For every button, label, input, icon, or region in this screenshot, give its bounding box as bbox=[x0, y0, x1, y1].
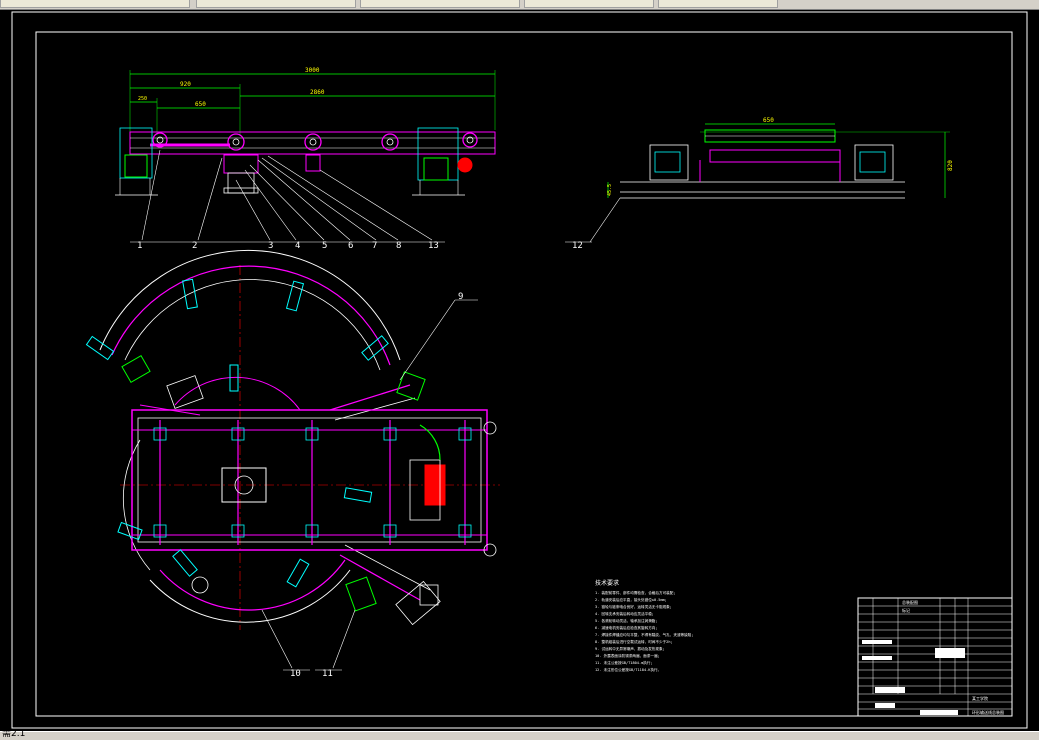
note-line: 4. 回转支承安装后转动应灵活平稳； bbox=[595, 611, 655, 616]
note-line: 11. 未注公差按GB/T1804-m执行； bbox=[595, 660, 654, 665]
dim-650-end: 650 bbox=[763, 117, 774, 124]
title-sheet: A0 bbox=[930, 710, 935, 715]
balloon-13: 13 bbox=[428, 241, 439, 251]
tab-1[interactable] bbox=[0, 0, 190, 8]
status-text: 需2.1 bbox=[2, 729, 26, 739]
dim-920: 920 bbox=[180, 81, 191, 88]
note-line: 9. 试运转中无异常噪声、振动及发热现象； bbox=[595, 646, 666, 651]
balloon-4: 4 bbox=[295, 241, 300, 251]
dim-2860: 2860 bbox=[310, 89, 325, 96]
tab-5[interactable] bbox=[658, 0, 778, 8]
plan-view: 9 10 11 bbox=[85, 249, 500, 679]
title-drawing-name: 环形输送线总装图 bbox=[972, 709, 1004, 715]
note-line: 8. 整机组装后进行空载试运转，时间不少于2h； bbox=[595, 639, 674, 644]
note-line: 10. 外露表面涂防锈漆两遍，面漆一遍； bbox=[595, 653, 661, 658]
cad-drawing: 3000 920 2860 650 250 1 2 3 4 5 6 7 8 13… bbox=[11, 11, 1028, 729]
balloon-10: 10 bbox=[290, 669, 301, 679]
dim-3000: 3000 bbox=[305, 67, 320, 74]
drawing-frame bbox=[35, 31, 1013, 717]
note-line: 3. 链轮与链条啮合良好，运转灵活无卡阻现象； bbox=[595, 604, 673, 609]
balloon-12: 12 bbox=[572, 241, 583, 251]
balloon-7: 7 bbox=[372, 241, 377, 251]
end-view: 650 820 45.5 12 bbox=[565, 117, 954, 251]
sheet-border bbox=[11, 11, 1028, 729]
drawing-canvas[interactable]: 3000 920 2860 650 250 1 2 3 4 5 6 7 8 13… bbox=[0, 10, 1039, 731]
dim-45-5: 45.5 bbox=[607, 184, 613, 196]
balloon-2: 2 bbox=[192, 241, 197, 251]
title-school: 某工学院 bbox=[972, 695, 988, 701]
note-line: 1. 装配前零件、部件均需检查，合格后方可装配； bbox=[595, 590, 677, 595]
note-line: 5. 各滚轮转动灵活，轴承加注润滑脂； bbox=[595, 618, 659, 623]
note-line: 2. 轨道安装后应平直，接头处错位≤0.5mm； bbox=[595, 597, 668, 602]
title-label-2: 标记 bbox=[902, 607, 910, 613]
dim-250: 250 bbox=[138, 96, 147, 102]
balloon-8: 8 bbox=[396, 241, 401, 251]
balloon-5: 5 bbox=[322, 241, 327, 251]
title-label-1: 总装配图 bbox=[902, 599, 918, 605]
note-line: 7. 焊接件焊缝应均匀平整，不得有裂纹、气孔、夹渣等缺陷； bbox=[595, 632, 695, 637]
balloon-6: 6 bbox=[348, 241, 353, 251]
balloon-9: 9 bbox=[458, 292, 463, 302]
notes-heading: 技术要求 bbox=[595, 579, 619, 587]
balloon-11: 11 bbox=[322, 669, 333, 679]
tab-2[interactable] bbox=[196, 0, 356, 8]
side-view: 3000 920 2860 650 250 1 2 3 4 5 6 7 8 13 bbox=[115, 67, 496, 251]
dim-650: 650 bbox=[195, 101, 206, 108]
note-line: 12. 未注形位公差按GB/T1184-K执行。 bbox=[595, 667, 661, 672]
title-block: 总装配图 标记 某工学院 环形输送线总装图 A0 bbox=[857, 597, 1013, 717]
document-tab-bar bbox=[0, 0, 1039, 10]
note-line: 6. 减速电机安装后应检查其旋转方向； bbox=[595, 625, 659, 630]
technical-notes: 技术要求 1. 装配前零件、部件均需检查，合格后方可装配； 2. 轨道安装后应平… bbox=[595, 579, 695, 672]
dim-820: 820 bbox=[947, 160, 954, 171]
balloon-1: 1 bbox=[137, 241, 142, 251]
tab-4[interactable] bbox=[524, 0, 654, 8]
tab-3[interactable] bbox=[360, 0, 520, 8]
balloon-3: 3 bbox=[268, 241, 273, 251]
